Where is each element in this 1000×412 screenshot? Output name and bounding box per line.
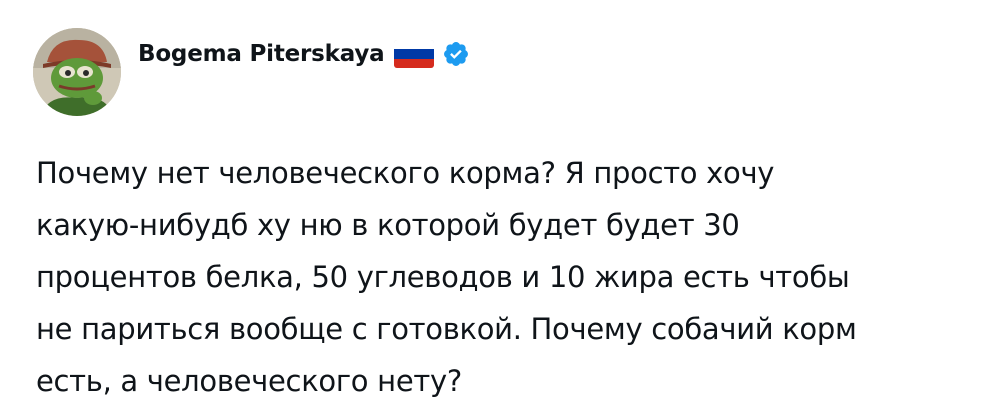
tweet-text-line: какую-нибудб ху ню в которой будет будет… (36, 208, 740, 242)
verified-badge-icon[interactable] (442, 40, 470, 68)
tweet: Bogema Piterskaya Почему нет человеческо… (0, 0, 1000, 412)
pepe-frog-avatar-icon (33, 28, 121, 116)
tweet-header: Bogema Piterskaya (138, 34, 470, 74)
tweet-text-line: не париться вообще с готовкой. Почему со… (36, 312, 857, 346)
avatar[interactable] (33, 28, 121, 116)
author-display-name[interactable]: Bogema Piterskaya (138, 41, 385, 67)
tweet-text-line: процентов белка, 50 углеводов и 10 жира … (36, 260, 850, 294)
tweet-text-line: Почему нет человеческого корма? Я просто… (36, 156, 775, 190)
tweet-text-line: есть, а человеческого нету? (36, 364, 462, 398)
tweet-text: Почему нет человеческого корма? Я просто… (36, 147, 976, 407)
russia-flag-icon (394, 40, 435, 68)
